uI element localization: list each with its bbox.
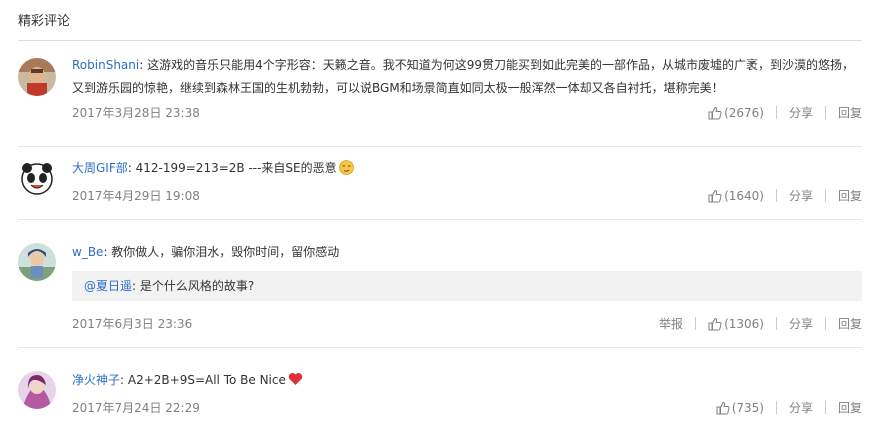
comment-date: 2017年7月24日 22:29 xyxy=(72,401,200,415)
like-button[interactable]: (735) xyxy=(716,401,764,415)
comment-date: 2017年3月28日 23:38 xyxy=(72,106,200,120)
reply-button[interactable]: 回复 xyxy=(838,315,862,332)
comment-separator: : xyxy=(127,161,136,175)
comment-date: 2017年6月3日 23:36 xyxy=(72,317,193,331)
comment-text: 净火神子: A2+2B+9S=All To Be Nice xyxy=(72,369,862,392)
reply-button[interactable]: 回复 xyxy=(838,104,862,121)
comment-meta: 2017年4月29日 19:08 (1640) 分享 回复 xyxy=(72,187,862,205)
like-button[interactable]: (1306) xyxy=(708,317,764,331)
comment-content: 412-199=213=2B ---来自SE的恶意 xyxy=(135,161,337,175)
comment-content: 这游戏的音乐只能用4个字形容：天籁之音。我不知道为何这99贯刀能买到如此完美的一… xyxy=(72,58,854,95)
title-divider xyxy=(18,40,862,41)
thumbs-up-icon xyxy=(708,106,722,119)
comment-username[interactable]: w_Be xyxy=(72,245,103,259)
avatar[interactable] xyxy=(18,371,56,409)
comment-date: 2017年4月29日 19:08 xyxy=(72,189,200,203)
section-title: 精彩评论 xyxy=(18,14,71,29)
comment-content: 教你做人，骗你泪水，毁你时间，留你感动 xyxy=(111,245,340,259)
like-count: (1640) xyxy=(724,188,764,203)
quote-text: : 是个什么风格的故事? xyxy=(132,279,255,293)
comment-text: 大周GIF部: 412-199=213=2B ---来自SE的恶意 xyxy=(72,157,862,180)
comment-username[interactable]: RobinShani xyxy=(72,58,139,72)
avatar[interactable] xyxy=(18,159,56,197)
reply-button[interactable]: 回复 xyxy=(838,399,862,416)
comment-meta: 2017年6月3日 23:36 举报 (1306) 分享 回复 xyxy=(72,315,862,333)
comment-meta: 2017年7月24日 22:29 (735) 分享 回复 xyxy=(72,399,862,417)
thumbs-up-icon xyxy=(716,401,730,414)
action-divider xyxy=(775,317,777,330)
quote-username[interactable]: @夏日遥 xyxy=(84,279,132,293)
avatar[interactable] xyxy=(18,243,56,281)
comment-actions: (735) 分享 回复 xyxy=(716,399,862,416)
comment-item: w_Be: 教你做人，骗你泪水，毁你时间，留你感动 @夏日遥: 是个什么风格的故… xyxy=(18,241,862,348)
comment-username[interactable]: 净火神子 xyxy=(72,373,120,387)
like-count: (735) xyxy=(731,400,764,415)
share-button[interactable]: 分享 xyxy=(789,399,813,416)
share-button[interactable]: 分享 xyxy=(789,104,813,121)
like-button[interactable]: (1640) xyxy=(708,189,764,203)
action-divider xyxy=(824,106,826,119)
action-divider xyxy=(824,401,826,414)
action-divider xyxy=(775,106,777,119)
comment-content: A2+2B+9S=All To Be Nice xyxy=(127,373,286,387)
thumbs-up-icon xyxy=(708,189,722,202)
action-divider xyxy=(695,317,697,330)
comment-item: 净火神子: A2+2B+9S=All To Be Nice 2017年7月24日… xyxy=(18,369,862,419)
like-count: (1306) xyxy=(724,316,764,331)
comment-actions: (1640) 分享 回复 xyxy=(708,187,862,204)
comment-actions: 举报 (1306) 分享 回复 xyxy=(659,315,862,332)
action-divider xyxy=(775,189,777,202)
comment-separator: : xyxy=(120,373,128,387)
comment-actions: (2676) 分享 回复 xyxy=(708,104,862,121)
comment-meta: 2017年3月28日 23:38 (2676) 分享 回复 xyxy=(72,104,862,122)
comment-username[interactable]: 大周GIF部 xyxy=(72,161,128,175)
quoted-reply: @夏日遥: 是个什么风格的故事? xyxy=(72,271,862,301)
smirk-emoji-icon xyxy=(338,160,354,175)
action-divider xyxy=(824,189,826,202)
comment-separator: : xyxy=(139,58,148,72)
comment-divider xyxy=(18,347,862,348)
share-button[interactable]: 分享 xyxy=(789,187,813,204)
report-button[interactable]: 举报 xyxy=(659,315,683,332)
comment-text: RobinShani: 这游戏的音乐只能用4个字形容：天籁之音。我不知道为何这9… xyxy=(72,54,862,100)
like-count: (2676) xyxy=(724,105,764,120)
comment-item: RobinShani: 这游戏的音乐只能用4个字形容：天籁之音。我不知道为何这9… xyxy=(18,54,862,147)
thumbs-up-icon xyxy=(708,317,722,330)
comment-divider xyxy=(18,146,862,147)
share-button[interactable]: 分享 xyxy=(789,315,813,332)
comment-divider xyxy=(18,219,862,220)
action-divider xyxy=(775,401,777,414)
comment-item: 大周GIF部: 412-199=213=2B ---来自SE的恶意 2017年4… xyxy=(18,157,862,220)
like-button[interactable]: (2676) xyxy=(708,106,764,120)
heart-emoji-icon xyxy=(288,373,303,385)
action-divider xyxy=(824,317,826,330)
avatar[interactable] xyxy=(18,58,56,96)
comment-text: w_Be: 教你做人，骗你泪水，毁你时间，留你感动 xyxy=(72,241,862,264)
reply-button[interactable]: 回复 xyxy=(838,187,862,204)
